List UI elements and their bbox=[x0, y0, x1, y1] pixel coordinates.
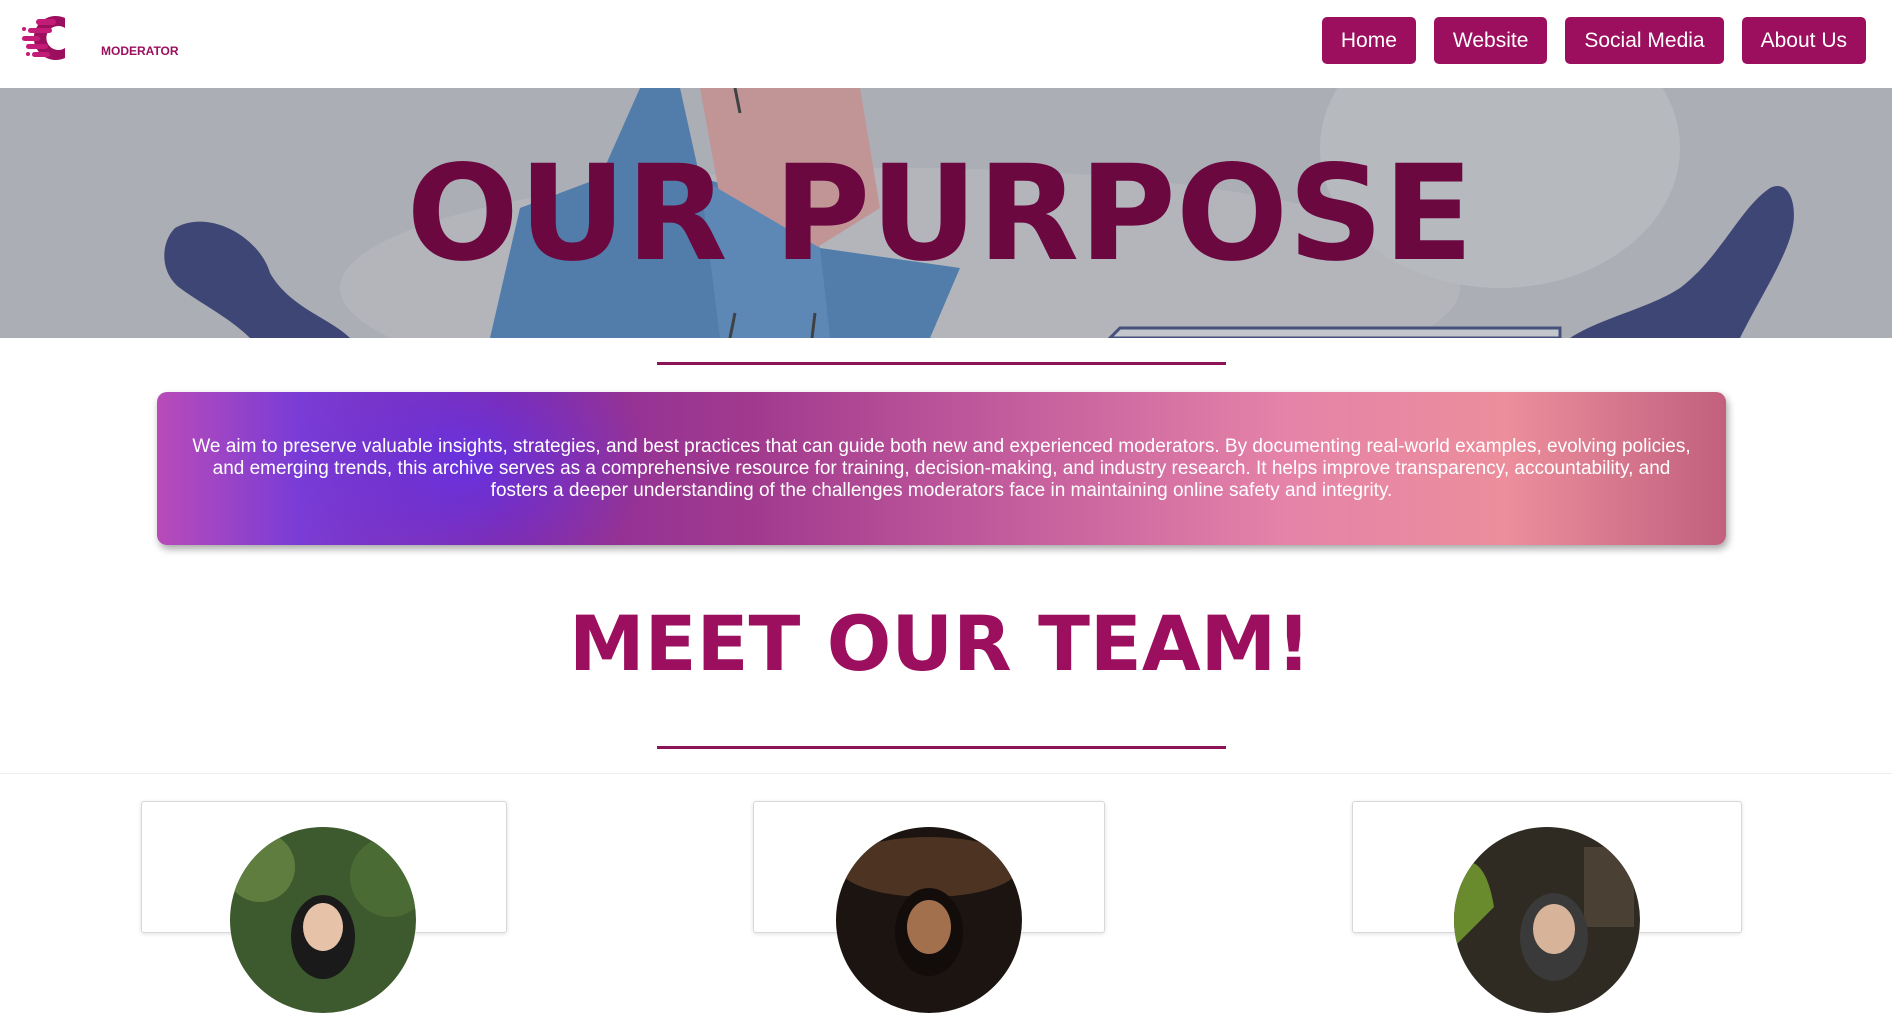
member-photo bbox=[836, 827, 1022, 1013]
team-title: MEET OUR TEAM! bbox=[569, 599, 1311, 688]
avatar bbox=[836, 827, 1022, 1013]
moderator-logo[interactable]: MODERATOR bbox=[22, 14, 179, 64]
nav-website-button[interactable]: Website bbox=[1433, 17, 1548, 64]
logo-text: MODERATOR bbox=[101, 44, 179, 58]
nav-social-media-button[interactable]: Social Media bbox=[1565, 17, 1724, 64]
purpose-divider bbox=[657, 362, 1226, 365]
purpose-card: We aim to preserve valuable insights, st… bbox=[157, 392, 1726, 545]
nav-about-us-button[interactable]: About Us bbox=[1741, 17, 1866, 64]
member-photo bbox=[230, 827, 416, 1013]
team-member-card[interactable] bbox=[753, 801, 1105, 1013]
site-header: MODERATOR Home Website Social Media Abou… bbox=[0, 0, 1892, 88]
team-divider bbox=[657, 746, 1226, 749]
hero-banner: OUR PURPOSE bbox=[0, 88, 1892, 338]
avatar bbox=[1454, 827, 1640, 1013]
purpose-text: We aim to preserve valuable insights, st… bbox=[192, 436, 1691, 501]
section-separator bbox=[0, 773, 1892, 774]
hero-title: OUR PURPOSE bbox=[406, 137, 1474, 291]
avatar bbox=[230, 827, 416, 1013]
team-member-card[interactable] bbox=[141, 801, 507, 1013]
team-member-card[interactable] bbox=[1352, 801, 1742, 1013]
member-photo bbox=[1454, 827, 1640, 1013]
main-nav: Home Website Social Media About Us bbox=[1321, 17, 1866, 64]
nav-home-button[interactable]: Home bbox=[1321, 17, 1416, 64]
